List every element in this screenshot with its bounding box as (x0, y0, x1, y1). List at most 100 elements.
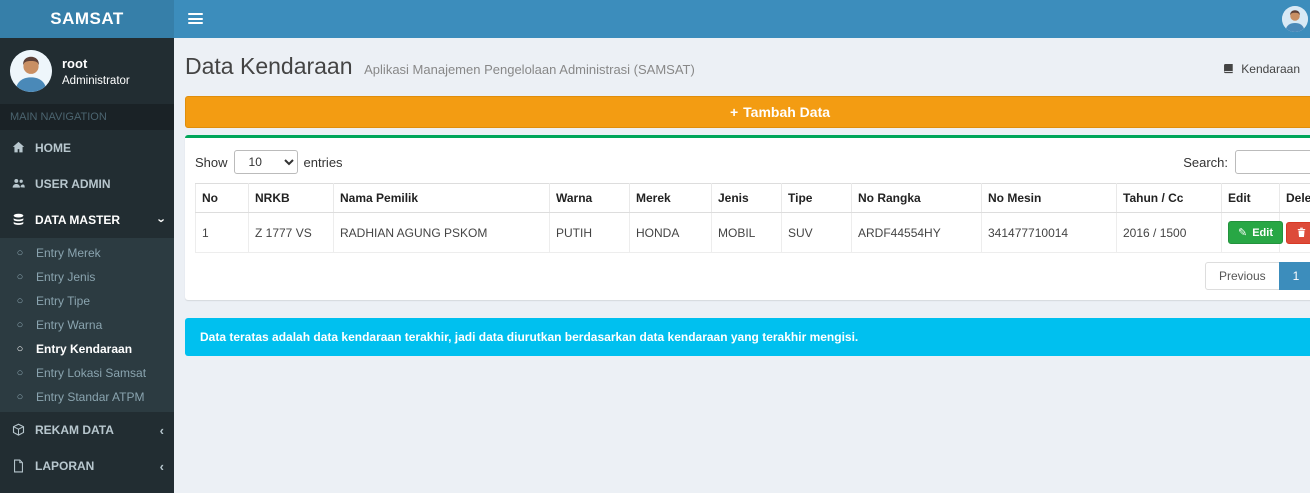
home-icon (10, 141, 26, 155)
edit-label: Edit (1252, 227, 1273, 239)
trash-icon (1296, 227, 1307, 238)
chevron-left-icon: ‹ (160, 460, 164, 473)
col-header-tahun-cc[interactable]: Tahun / Cc (1117, 184, 1222, 213)
submenu-item-label: Entry Merek (36, 246, 101, 260)
cell-nama-pemilik: RADHIAN AGUNG PSKOM (334, 213, 550, 253)
cell-edit: ✎Edit (1222, 213, 1280, 253)
top-navbar: SAMSAT (0, 0, 1310, 38)
submenu-item-label: Entry Lokasi Samsat (36, 366, 146, 380)
content-area: Data Kendaraan Aplikasi Manajemen Pengel… (174, 38, 1310, 493)
database-icon (10, 213, 26, 227)
col-header-nama-pemilik[interactable]: Nama Pemilik (334, 184, 550, 213)
sidebar-toggle-icon[interactable] (174, 0, 216, 38)
page-title: Data Kendaraan (185, 53, 353, 79)
col-header-no[interactable]: No (196, 184, 249, 213)
sidebar-item-home[interactable]: HOME (0, 130, 174, 166)
navbar-bar (174, 0, 1310, 38)
col-header-nrkb[interactable]: NRKB (249, 184, 334, 213)
data-master-submenu: ○ Entry Merek ○ Entry Jenis ○ Entry Tipe… (0, 238, 174, 412)
sidebar-item-entry-lokasi-samsat[interactable]: ○ Entry Lokasi Samsat (0, 361, 174, 385)
table-header-row: No NRKB Nama Pemilik Warna Merek Jenis T… (196, 184, 1310, 213)
submenu-item-label: Entry Tipe (36, 294, 90, 308)
show-label: Show (195, 155, 228, 170)
breadcrumb[interactable]: Kendaraan (1222, 62, 1300, 76)
sidebar-item-entry-jenis[interactable]: ○ Entry Jenis (0, 265, 174, 289)
sidebar: root Administrator MAIN NAVIGATION HOME … (0, 38, 174, 493)
col-header-edit[interactable]: Edit (1222, 184, 1280, 213)
user-name: root (62, 56, 130, 71)
users-icon (10, 177, 26, 191)
circle-icon: ○ (13, 295, 27, 307)
page-size-select[interactable]: 10 (234, 150, 298, 174)
edit-button[interactable]: ✎Edit (1228, 221, 1283, 244)
user-panel: root Administrator (0, 38, 174, 104)
cell-warna: PUTIH (550, 213, 630, 253)
sidebar-item-label: DATA MASTER (35, 213, 120, 227)
sidebar-item-entry-standar-atpm[interactable]: ○ Entry Standar ATPM (0, 385, 174, 409)
sidebar-item-entry-kendaraan[interactable]: ○ Entry Kendaraan (0, 337, 174, 361)
submenu-item-label: Entry Jenis (36, 270, 95, 284)
content-header: Data Kendaraan Aplikasi Manajemen Pengel… (185, 38, 1310, 96)
sidebar-item-entry-merek[interactable]: ○ Entry Merek (0, 241, 174, 265)
col-header-jenis[interactable]: Jenis (712, 184, 782, 213)
cell-no-mesin: 341477710014 (982, 213, 1117, 253)
circle-icon: ○ (13, 247, 27, 259)
circle-icon: ○ (13, 391, 27, 403)
sidebar-item-user-admin[interactable]: USER ADMIN (0, 166, 174, 202)
col-header-tipe[interactable]: Tipe (782, 184, 852, 213)
circle-icon: ○ (13, 271, 27, 283)
breadcrumb-label: Kendaraan (1241, 62, 1300, 76)
cell-delete: Hapus (1280, 213, 1310, 253)
sidebar-menu: HOME USER ADMIN DATA MASTER › ○ Entry Me… (0, 130, 174, 484)
table-row: 1 Z 1777 VS RADHIAN AGUNG PSKOM PUTIH HO… (196, 213, 1310, 253)
tambah-data-button[interactable]: +Tambah Data (185, 96, 1310, 128)
avatar-person-icon (1282, 6, 1308, 32)
col-header-merek[interactable]: Merek (630, 184, 712, 213)
search-control: Search: (1183, 150, 1310, 174)
sidebar-item-data-master[interactable]: DATA MASTER › (0, 202, 174, 238)
col-header-warna[interactable]: Warna (550, 184, 630, 213)
sidebar-item-rekam-data[interactable]: REKAM DATA ‹ (0, 412, 174, 448)
sidebar-avatar (10, 50, 52, 92)
pagination-previous-button[interactable]: Previous (1205, 262, 1280, 290)
submenu-item-label: Entry Standar ATPM (36, 390, 145, 404)
cell-jenis: MOBIL (712, 213, 782, 253)
circle-icon: ○ (13, 319, 27, 331)
cell-no: 1 (196, 213, 249, 253)
sidebar-item-label: HOME (35, 141, 71, 155)
sidebar-item-entry-warna[interactable]: ○ Entry Warna (0, 313, 174, 337)
sidebar-section-label: MAIN NAVIGATION (0, 104, 174, 130)
cube-icon (10, 423, 26, 437)
search-input[interactable] (1235, 150, 1310, 174)
search-label: Search: (1183, 155, 1228, 170)
user-avatar[interactable] (1282, 6, 1308, 32)
chevron-down-icon: › (155, 218, 168, 222)
col-header-delete[interactable]: Delete (1280, 184, 1310, 213)
sidebar-item-label: LAPORAN (35, 459, 94, 473)
page-subtitle: Aplikasi Manajemen Pengelolaan Administr… (364, 62, 695, 77)
book-icon (1222, 63, 1235, 76)
chevron-left-icon: ‹ (160, 424, 164, 437)
cell-merek: HONDA (630, 213, 712, 253)
cell-tahun-cc: 2016 / 1500 (1117, 213, 1222, 253)
entries-label: entries (304, 155, 343, 170)
info-message-bar: Data teratas adalah data kendaraan terak… (185, 318, 1310, 356)
pagination-page-1-button[interactable]: 1 (1279, 262, 1310, 290)
cell-no-rangka: ARDF44554HY (852, 213, 982, 253)
col-header-no-rangka[interactable]: No Rangka (852, 184, 982, 213)
sidebar-item-entry-tipe[interactable]: ○ Entry Tipe (0, 289, 174, 313)
file-icon (10, 459, 26, 473)
avatar-person-icon (10, 50, 52, 92)
circle-icon: ○ (13, 343, 27, 355)
sidebar-item-laporan[interactable]: LAPORAN ‹ (0, 448, 174, 484)
data-table-box: Show 10 entries Search: No NRKB (185, 135, 1310, 300)
cell-tipe: SUV (782, 213, 852, 253)
col-header-no-mesin[interactable]: No Mesin (982, 184, 1117, 213)
app-logo[interactable]: SAMSAT (0, 0, 174, 38)
tambah-data-label: Tambah Data (743, 104, 830, 120)
delete-button[interactable]: Hapus (1286, 222, 1310, 244)
page-size-control: Show 10 entries (195, 150, 343, 174)
table-controls: Show 10 entries Search: (195, 150, 1310, 174)
submenu-item-label: Entry Kendaraan (36, 342, 132, 356)
sidebar-item-label: USER ADMIN (35, 177, 111, 191)
